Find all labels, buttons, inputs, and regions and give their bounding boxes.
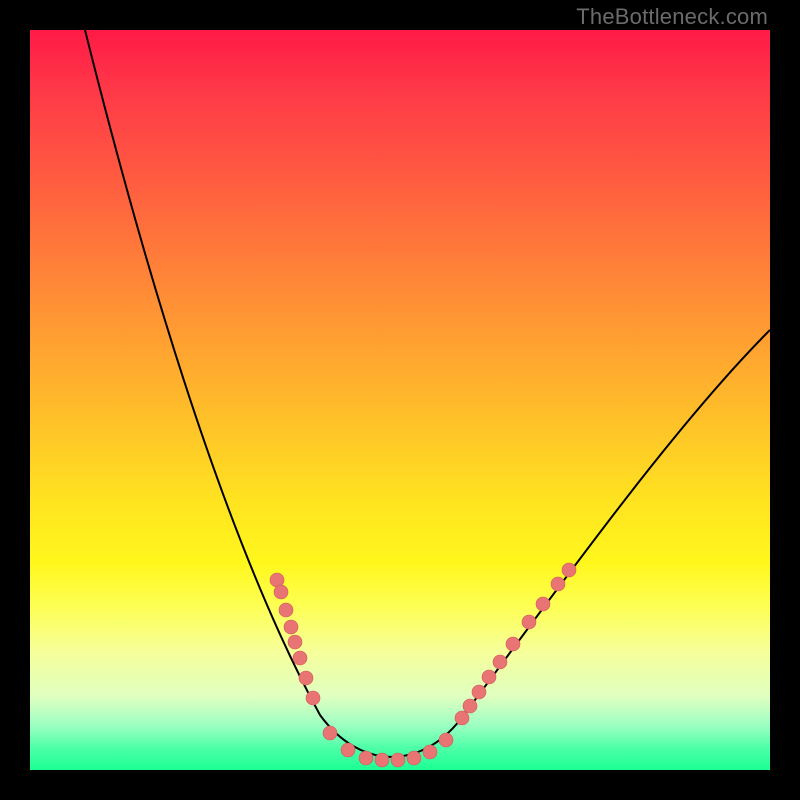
marker-dot bbox=[299, 671, 313, 685]
marker-dot bbox=[323, 726, 337, 740]
watermark-text: TheBottleneck.com bbox=[576, 4, 768, 30]
marker-dot bbox=[293, 651, 307, 665]
marker-dot bbox=[407, 751, 421, 765]
marker-dot bbox=[306, 691, 320, 705]
marker-dot bbox=[284, 620, 298, 634]
marker-dot bbox=[536, 597, 550, 611]
marker-dot bbox=[439, 733, 453, 747]
marker-dot bbox=[522, 615, 536, 629]
marker-dot bbox=[279, 603, 293, 617]
marker-dot bbox=[359, 751, 373, 765]
marker-dot bbox=[423, 745, 437, 759]
marker-dot bbox=[551, 577, 565, 591]
marker-dot bbox=[562, 563, 576, 577]
marker-dot bbox=[288, 635, 302, 649]
marker-dot bbox=[391, 753, 405, 767]
marker-dot bbox=[341, 743, 355, 757]
marker-dot bbox=[274, 585, 288, 599]
marker-dot bbox=[506, 637, 520, 651]
marker-dot bbox=[463, 699, 477, 713]
marker-dot bbox=[493, 655, 507, 669]
marker-dot bbox=[482, 670, 496, 684]
marker-dot bbox=[375, 753, 389, 767]
chart-svg bbox=[30, 30, 770, 770]
outer-frame: TheBottleneck.com bbox=[0, 0, 800, 800]
bottleneck-curve bbox=[85, 30, 770, 757]
marker-dot bbox=[455, 711, 469, 725]
marker-dot bbox=[472, 685, 486, 699]
plot-area bbox=[30, 30, 770, 770]
